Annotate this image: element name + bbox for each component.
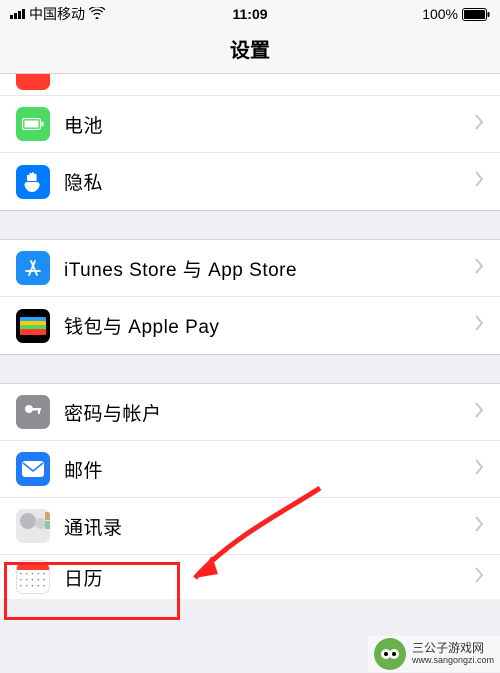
chevron-right-icon <box>474 258 484 279</box>
mail-icon <box>16 452 50 486</box>
carrier-label: 中国移动 <box>29 4 85 24</box>
row-calendar[interactable]: • • • • •• • • • •• • • • • 日历 <box>0 555 500 599</box>
hand-icon <box>16 165 50 199</box>
row-mail[interactable]: 邮件 <box>0 441 500 498</box>
watermark-title: 三公子游戏网 <box>412 642 494 655</box>
chevron-right-icon <box>474 459 484 480</box>
watermark: 三公子游戏网 www.sangongzi.com <box>368 636 500 672</box>
row-contacts[interactable]: 通讯录 <box>0 498 500 555</box>
unknown-icon <box>16 74 50 90</box>
row-itunes-appstore[interactable]: iTunes Store 与 App Store <box>0 240 500 297</box>
row-label: 密码与帐户 <box>64 399 474 426</box>
status-left: 中国移动 <box>10 4 105 24</box>
wallet-icon <box>16 309 50 343</box>
page-title: 设置 <box>0 34 500 63</box>
chevron-right-icon <box>474 315 484 336</box>
row-label: 钱包与 Apple Pay <box>64 312 474 339</box>
row-label: iTunes Store 与 App Store <box>64 255 474 282</box>
wifi-icon <box>89 6 105 22</box>
calendar-icon: • • • • •• • • • •• • • • • <box>16 560 50 594</box>
row-label: 日历 <box>64 564 474 591</box>
chevron-right-icon <box>474 402 484 423</box>
row-label: 通讯录 <box>64 513 474 540</box>
chevron-right-icon <box>474 567 484 588</box>
row-battery[interactable]: 电池 <box>0 96 500 153</box>
status-bar: 中国移动 11:09 100% <box>0 0 500 28</box>
settings-group-2: iTunes Store 与 App Store 钱包与 Apple Pay <box>0 240 500 354</box>
watermark-logo-icon <box>374 638 406 670</box>
settings-group-3: 密码与帐户 邮件 通讯录 • • • • •• • • • •• • • • •… <box>0 384 500 599</box>
row-privacy[interactable]: 隐私 <box>0 153 500 210</box>
contacts-icon <box>16 509 50 543</box>
battery-settings-icon <box>16 107 50 141</box>
appstore-icon <box>16 251 50 285</box>
chevron-right-icon <box>474 114 484 135</box>
watermark-url: www.sangongzi.com <box>412 656 494 666</box>
status-time: 11:09 <box>232 6 267 22</box>
row-label: 电池 <box>64 111 474 138</box>
signal-icon <box>10 9 25 19</box>
row-partial-top[interactable] <box>0 74 500 96</box>
row-label: 隐私 <box>64 168 474 195</box>
settings-group-1: 电池 隐私 <box>0 96 500 210</box>
chevron-right-icon <box>474 171 484 192</box>
row-wallet-applepay[interactable]: 钱包与 Apple Pay <box>0 297 500 354</box>
nav-header: 设置 <box>0 28 500 74</box>
chevron-right-icon <box>474 516 484 537</box>
battery-icon <box>462 8 490 21</box>
status-right: 100% <box>422 6 490 22</box>
group-separator <box>0 354 500 384</box>
group-separator <box>0 210 500 240</box>
row-label: 邮件 <box>64 456 474 483</box>
row-passwords-accounts[interactable]: 密码与帐户 <box>0 384 500 441</box>
key-icon <box>16 395 50 429</box>
battery-label: 100% <box>422 6 458 22</box>
